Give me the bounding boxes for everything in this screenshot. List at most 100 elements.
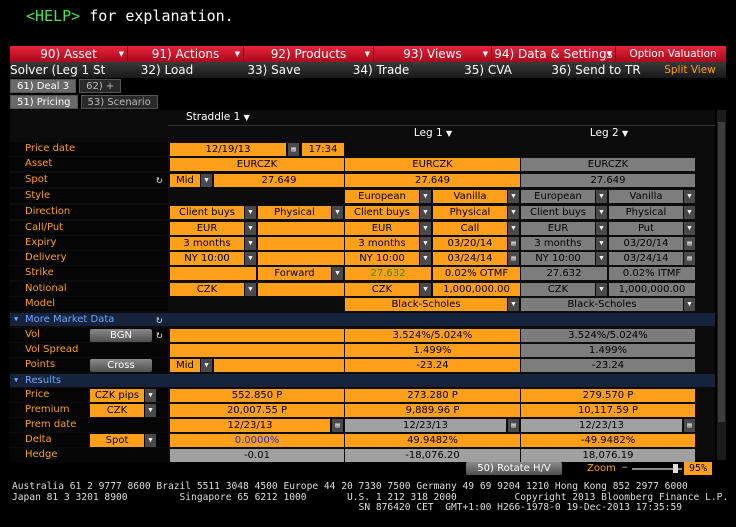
leg2-header[interactable]: Leg 2 ▼ bbox=[521, 126, 697, 141]
chevron-down-icon[interactable]: ▼ bbox=[245, 237, 256, 250]
deal-strike-select[interactable]: Forward bbox=[258, 267, 331, 280]
points-cross-button[interactable]: Cross bbox=[90, 359, 152, 372]
chevron-down-icon[interactable]: ▼ bbox=[508, 222, 519, 235]
chevron-down-icon[interactable]: ▼ bbox=[420, 237, 431, 250]
deal-delta[interactable]: 0.0000% bbox=[170, 434, 344, 447]
structure-selector[interactable]: Straddle 1 ▼ bbox=[170, 110, 270, 125]
leg1-delivery-cut[interactable]: NY 10:00 bbox=[345, 252, 419, 265]
chevron-down-icon[interactable]: ▼ bbox=[332, 267, 343, 280]
leg2-vol[interactable]: 3.524%/5.024% bbox=[521, 329, 695, 342]
refresh-icon[interactable]: ↻ bbox=[156, 313, 163, 326]
chevron-down-icon[interactable]: ▼ bbox=[245, 283, 256, 296]
leg2-type-select[interactable]: Vanilla bbox=[609, 190, 683, 203]
leg1-points[interactable]: -23.24 bbox=[345, 359, 520, 372]
chevron-down-icon[interactable]: ▼ bbox=[145, 389, 156, 402]
chevron-down-icon[interactable]: ▼ bbox=[596, 252, 607, 265]
leg1-premium[interactable]: 9,889.96 P bbox=[345, 404, 520, 417]
leg2-delivery-date[interactable]: 03/24/14 bbox=[609, 252, 683, 265]
calendar-icon[interactable]: ▤ bbox=[508, 419, 519, 432]
deal-delivery-select[interactable]: NY 10:00 bbox=[170, 252, 244, 265]
leg2-vol-spread[interactable]: 1.499% bbox=[521, 344, 695, 357]
split-view-button[interactable]: Split View bbox=[650, 62, 726, 78]
leg2-callput-select[interactable]: Put bbox=[609, 222, 683, 235]
more-market-data-header[interactable]: More Market Data ▼ ↻ bbox=[10, 313, 715, 326]
tab-add-deal[interactable]: 62) + bbox=[79, 79, 122, 93]
chevron-down-icon[interactable]: ▼ bbox=[145, 434, 156, 447]
leg2-strike-value[interactable]: 27.632 bbox=[521, 267, 607, 280]
cva-button[interactable]: 35) CVA bbox=[434, 62, 542, 78]
calendar-icon[interactable]: ▤ bbox=[684, 419, 695, 432]
chevron-down-icon[interactable]: ▼ bbox=[684, 206, 695, 219]
leg2-prem-date[interactable]: 12/23/13 bbox=[521, 419, 682, 432]
leg2-expiry-date[interactable]: 03/20/14 bbox=[609, 237, 683, 250]
chevron-down-icon[interactable]: ▼ bbox=[332, 206, 343, 219]
deal-asset-field[interactable]: EURCZK bbox=[170, 158, 344, 171]
refresh-icon[interactable]: ↻ bbox=[156, 173, 163, 186]
price-time-field[interactable]: 17:34 bbox=[302, 143, 344, 156]
premium-unit-select[interactable]: CZK bbox=[90, 404, 144, 417]
leg1-style-select[interactable]: European bbox=[345, 190, 419, 203]
chevron-down-icon[interactable]: ▼ bbox=[245, 206, 256, 219]
save-button[interactable]: 33) Save bbox=[220, 62, 328, 78]
send-to-tr-button[interactable]: 36) Send to TR bbox=[542, 62, 650, 78]
leg2-notional-ccy-select[interactable]: CZK bbox=[521, 283, 595, 296]
chevron-down-icon[interactable]: ▼ bbox=[420, 206, 431, 219]
deal-direction-select[interactable]: Client buys bbox=[170, 206, 244, 219]
menu-views[interactable]: 93) Views ▼ bbox=[374, 46, 492, 62]
leg2-settlement-select[interactable]: Physical bbox=[609, 206, 683, 219]
tab-deal-3[interactable]: 61) Deal 3 bbox=[10, 79, 77, 93]
menu-asset[interactable]: 90) Asset ▼ bbox=[10, 46, 128, 62]
menu-actions[interactable]: 91) Actions ▼ bbox=[128, 46, 244, 62]
chevron-down-icon[interactable]: ▼ bbox=[420, 222, 431, 235]
leg2-premium[interactable]: 10,117.59 P bbox=[521, 404, 695, 417]
chevron-down-icon[interactable]: ▼ bbox=[508, 298, 519, 311]
chevron-down-icon[interactable]: ▼ bbox=[245, 252, 256, 265]
calendar-icon[interactable]: ▤ bbox=[332, 419, 343, 432]
chevron-down-icon[interactable]: ▼ bbox=[596, 237, 607, 250]
deal-callput-ccy-select[interactable]: EUR bbox=[170, 222, 244, 235]
leg1-settlement-select[interactable]: Physical bbox=[433, 206, 507, 219]
zoom-value[interactable]: 95% bbox=[684, 462, 712, 475]
leg1-model-select[interactable]: Black-Scholes bbox=[345, 298, 507, 311]
chevron-down-icon[interactable]: ▼ bbox=[201, 359, 212, 372]
leg2-price[interactable]: 279.570 P bbox=[521, 389, 695, 402]
deal-prem-date[interactable]: 12/23/13 bbox=[170, 419, 330, 432]
leg1-prem-date[interactable]: 12/23/13 bbox=[345, 419, 506, 432]
leg1-callput-ccy-select[interactable]: EUR bbox=[345, 222, 419, 235]
delta-unit-select[interactable]: Spot bbox=[90, 434, 144, 447]
trade-button[interactable]: 34) Trade bbox=[328, 62, 434, 78]
leg1-expiry-tenor[interactable]: 3 months bbox=[345, 237, 419, 250]
menu-data-settings[interactable]: 94) Data & Settings ▼ bbox=[492, 46, 616, 62]
leg1-strike-value[interactable]: 27.632 bbox=[345, 267, 431, 280]
chevron-down-icon[interactable]: ▼ bbox=[684, 190, 695, 203]
leg2-delta[interactable]: -49.9482% bbox=[521, 434, 695, 447]
chevron-down-icon[interactable]: ▼ bbox=[508, 206, 519, 219]
calendar-icon[interactable]: ▤ bbox=[684, 252, 695, 265]
calendar-icon[interactable]: ▤ bbox=[684, 237, 695, 250]
leg2-model-select[interactable]: Black-Scholes bbox=[521, 298, 683, 311]
chevron-down-icon[interactable]: ▼ bbox=[145, 404, 156, 417]
deal-notional-ccy-select[interactable]: CZK bbox=[170, 283, 244, 296]
expand-icon[interactable]: ▼ bbox=[14, 374, 18, 387]
leg2-direction-select[interactable]: Client buys bbox=[521, 206, 595, 219]
chevron-down-icon[interactable]: ▼ bbox=[420, 190, 431, 203]
chevron-down-icon[interactable]: ▼ bbox=[684, 222, 695, 235]
spot-side-select[interactable]: Mid bbox=[170, 174, 200, 187]
chevron-down-icon[interactable]: ▼ bbox=[596, 222, 607, 235]
price-date-field[interactable]: 12/19/13 bbox=[170, 143, 286, 156]
load-button[interactable]: 32) Load bbox=[114, 62, 220, 78]
leg2-callput-ccy-select[interactable]: EUR bbox=[521, 222, 595, 235]
leg1-delta[interactable]: 49.9482% bbox=[345, 434, 520, 447]
leg1-expiry-date[interactable]: 03/20/14 bbox=[433, 237, 507, 250]
chevron-down-icon[interactable]: ▼ bbox=[420, 283, 431, 296]
leg1-notional-ccy-select[interactable]: CZK bbox=[345, 283, 419, 296]
points-side-select[interactable]: Mid bbox=[170, 359, 200, 372]
deal-spot-field[interactable]: 27.649 bbox=[214, 174, 344, 187]
scrollbar-thumb[interactable] bbox=[718, 122, 725, 422]
calendar-icon[interactable]: ▤ bbox=[508, 252, 519, 265]
leg1-type-select[interactable]: Vanilla bbox=[433, 190, 507, 203]
chevron-down-icon[interactable]: ▼ bbox=[508, 190, 519, 203]
leg1-notional-amount[interactable]: 1,000,000.00 bbox=[433, 283, 520, 296]
expand-icon[interactable]: ▼ bbox=[14, 313, 18, 326]
menu-products[interactable]: 92) Products ▼ bbox=[244, 46, 374, 62]
